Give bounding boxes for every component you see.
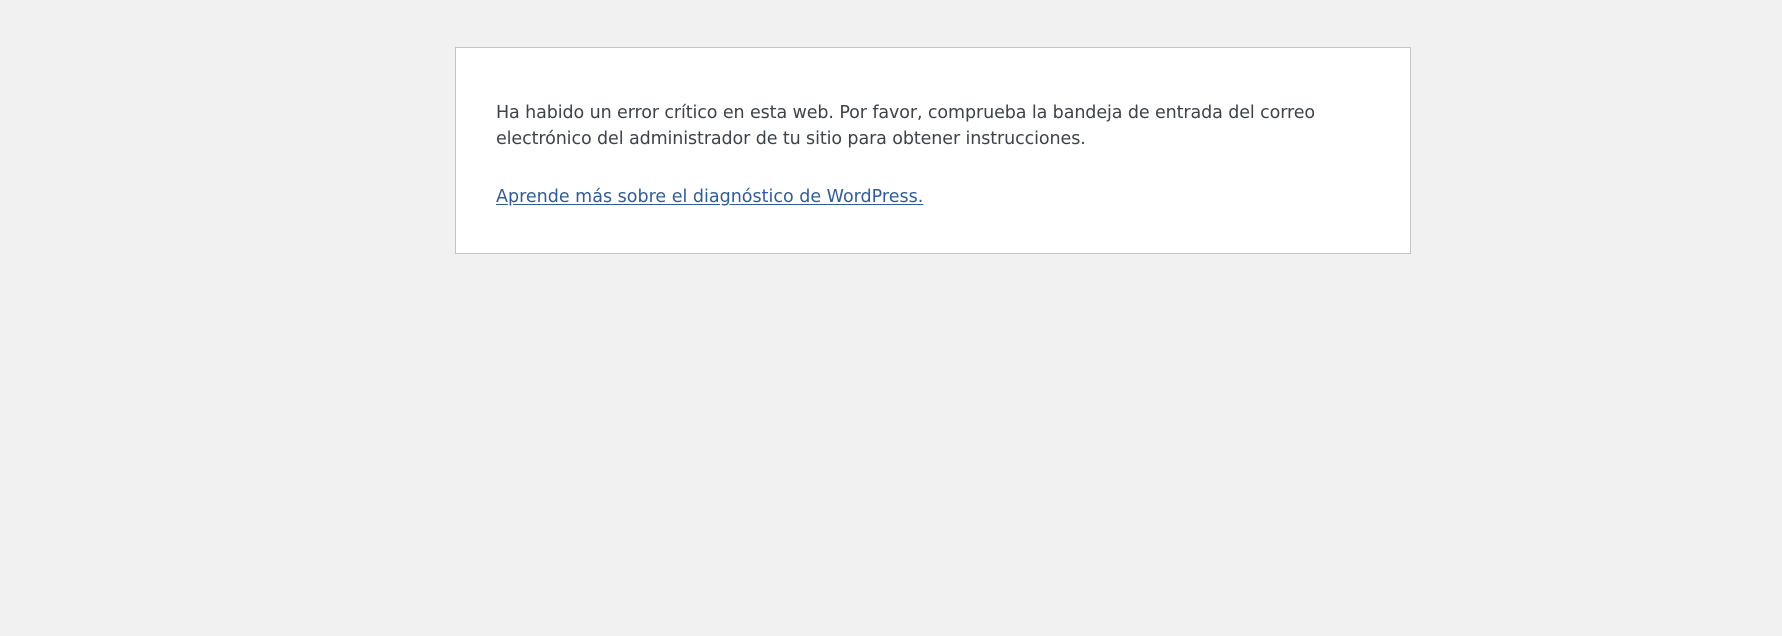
- error-panel: Ha habido un error crítico en esta web. …: [455, 47, 1411, 254]
- error-message: Ha habido un error crítico en esta web. …: [496, 103, 1316, 149]
- learn-more-paragraph: Aprende más sobre el diagnóstico de Word…: [496, 184, 1370, 210]
- wordpress-debugging-link[interactable]: Aprende más sobre el diagnóstico de Word…: [496, 187, 923, 207]
